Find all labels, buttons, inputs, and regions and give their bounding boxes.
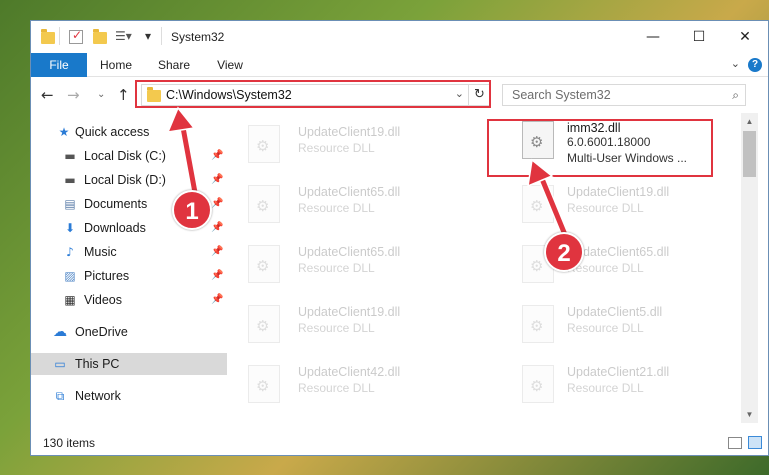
file-type: Resource DLL xyxy=(298,261,375,275)
folder-icon xyxy=(41,29,55,44)
file-name: UpdateClient65.dll xyxy=(298,185,401,199)
sidebar-item-videos[interactable]: ▦ Videos 📌 xyxy=(31,289,227,311)
file-item[interactable]: UpdateClient65.dll Resource DLL xyxy=(228,177,448,229)
documents-icon: ▤ xyxy=(64,197,76,211)
ribbon: File Home Share View ⌄ ? xyxy=(31,53,768,77)
file-name: UpdateClient19.dll xyxy=(298,125,401,139)
forward-arrow-icon[interactable]: → xyxy=(67,86,80,104)
up-arrow-icon[interactable]: ↑ xyxy=(117,86,130,104)
pin-icon[interactable]: 📌 xyxy=(211,241,223,263)
star-icon: ★ xyxy=(58,125,70,139)
music-icon: ♪ xyxy=(66,245,74,259)
minimize-button[interactable]: — xyxy=(630,21,676,53)
recent-locations-chevron-icon[interactable]: ⌄ xyxy=(97,89,105,100)
sidebar-item-label: OneDrive xyxy=(75,325,128,339)
sidebar-item-label: Network xyxy=(75,389,121,403)
file-type: Resource DLL xyxy=(298,381,375,395)
close-button[interactable]: ✕ xyxy=(722,21,768,53)
divider xyxy=(161,27,162,45)
expand-ribbon-chevron-icon[interactable]: ⌄ xyxy=(731,57,740,70)
maximize-button[interactable]: ☐ xyxy=(676,21,722,53)
sidebar-item-onedrive[interactable]: ☁ OneDrive xyxy=(31,321,227,343)
sidebar-item-network[interactable]: ⧉ Network xyxy=(31,385,227,407)
sidebar-item-label: Downloads xyxy=(84,221,146,235)
search-input[interactable] xyxy=(503,85,723,105)
file-item[interactable]: UpdateClient42.dll Resource DLL xyxy=(228,357,448,409)
pin-icon[interactable]: 📌 xyxy=(211,217,223,239)
file-type: Resource DLL xyxy=(567,381,644,395)
status-bar: 130 items xyxy=(31,431,768,455)
divider xyxy=(59,27,60,45)
customize-toolbar-icon[interactable]: ☰▾ xyxy=(115,29,132,47)
dll-file-icon xyxy=(248,185,280,223)
sidebar-item-label: This PC xyxy=(75,357,120,371)
step-2-badge: 2 xyxy=(544,232,584,272)
pin-icon[interactable]: 📌 xyxy=(211,289,223,311)
file-name: UpdateClient5.dll xyxy=(567,305,663,319)
properties-icon[interactable]: ✓ xyxy=(69,28,83,44)
file-name: UpdateClient21.dll xyxy=(567,365,670,379)
large-icons-view-icon[interactable] xyxy=(748,436,762,449)
dll-file-icon xyxy=(248,245,280,283)
sidebar-item-label: Local Disk (D:) xyxy=(84,173,166,187)
pictures-icon: ▨ xyxy=(64,269,76,283)
computer-icon: ▭ xyxy=(54,357,66,371)
file-item[interactable]: UpdateClient5.dll Resource DLL xyxy=(467,297,707,349)
file-type: Resource DLL xyxy=(298,201,375,215)
file-item[interactable]: UpdateClient19.dll Resource DLL xyxy=(228,297,448,349)
scrollbar-thumb[interactable] xyxy=(743,131,756,177)
file-type: Resource DLL xyxy=(567,321,644,335)
title-bar: ✓ ☰▾ ▾ System32 — ☐ ✕ xyxy=(31,21,768,53)
sidebar-item-label: Pictures xyxy=(84,269,130,283)
file-item[interactable]: UpdateClient19.dll Resource DLL xyxy=(228,117,448,169)
item-count: 130 items xyxy=(43,436,96,450)
vertical-scrollbar[interactable]: ▲ ▼ xyxy=(741,113,758,423)
sidebar-item-pictures[interactable]: ▨ Pictures 📌 xyxy=(31,265,227,287)
sidebar-item-label: Local Disk (C:) xyxy=(84,149,166,163)
sidebar-item-music[interactable]: ♪ Music 📌 xyxy=(31,241,227,263)
file-name: UpdateClient65.dll xyxy=(298,245,401,259)
dll-file-icon xyxy=(248,365,280,403)
search-box[interactable]: ⌕ xyxy=(502,84,746,106)
drive-icon: ▬ xyxy=(64,173,76,187)
scroll-down-arrow-icon[interactable]: ▼ xyxy=(741,406,758,423)
sidebar-item-this-pc[interactable]: ▭ This PC xyxy=(31,353,227,375)
details-view-icon[interactable] xyxy=(728,437,742,449)
file-type: Resource DLL xyxy=(298,321,375,335)
new-folder-icon[interactable] xyxy=(93,29,107,44)
sidebar-item-label: Quick access xyxy=(75,125,150,139)
window-title: System32 xyxy=(171,30,225,44)
sidebar-item-label: Videos xyxy=(84,293,122,307)
videos-icon: ▦ xyxy=(64,293,76,307)
network-icon: ⧉ xyxy=(55,389,65,403)
search-icon[interactable]: ⌕ xyxy=(732,88,739,103)
cloud-icon: ☁ xyxy=(53,324,67,340)
file-name: UpdateClient42.dll xyxy=(298,365,401,379)
dll-file-icon xyxy=(522,365,554,403)
quick-access-dropdown-icon[interactable]: ▾ xyxy=(145,29,151,47)
help-icon[interactable]: ? xyxy=(748,58,762,72)
drive-icon: ▬ xyxy=(64,149,76,163)
back-arrow-icon[interactable]: ← xyxy=(41,86,54,104)
dll-file-icon xyxy=(522,305,554,343)
pin-icon[interactable]: 📌 xyxy=(211,265,223,287)
file-item[interactable]: UpdateClient21.dll Resource DLL xyxy=(467,357,707,409)
tab-share[interactable]: Share xyxy=(151,53,197,77)
dll-file-icon xyxy=(248,305,280,343)
file-name: UpdateClient19.dll xyxy=(298,305,401,319)
step-1-badge: 1 xyxy=(172,190,212,230)
sidebar-item-label: Music xyxy=(84,245,117,259)
file-item[interactable]: UpdateClient65.dll Resource DLL xyxy=(228,237,448,289)
tab-file[interactable]: File xyxy=(31,53,87,77)
tab-view[interactable]: View xyxy=(207,53,253,77)
sidebar-item-label: Documents xyxy=(84,197,148,211)
tab-home[interactable]: Home xyxy=(93,53,139,77)
download-icon: ⬇ xyxy=(64,221,76,235)
dll-file-icon xyxy=(248,125,280,163)
file-type: Resource DLL xyxy=(298,141,375,155)
scroll-up-arrow-icon[interactable]: ▲ xyxy=(741,113,758,130)
